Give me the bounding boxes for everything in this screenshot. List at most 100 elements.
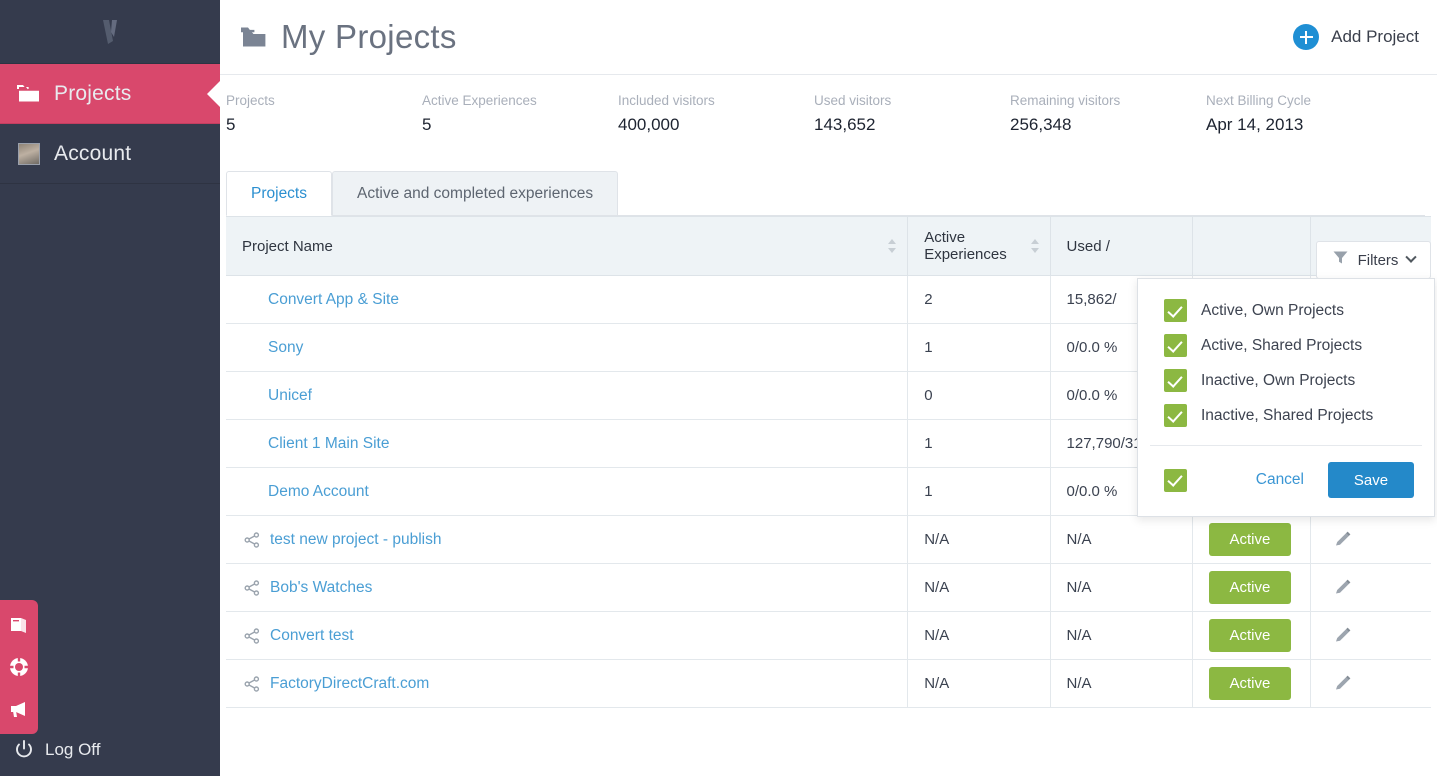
cancel-button[interactable]: Cancel (1256, 471, 1304, 489)
edit-icon[interactable] (1333, 674, 1352, 693)
project-name-label: Bob's Watches (270, 579, 372, 597)
sidebar-item-projects[interactable]: Projects (0, 64, 220, 124)
sidebar-item-label: Account (54, 142, 131, 166)
checkbox-select-all[interactable] (1164, 469, 1187, 492)
cell-project-name: FactoryDirectCraft.com (226, 660, 908, 708)
stat-value: 143,652 (814, 115, 1010, 135)
stat-value: 256,348 (1010, 115, 1206, 135)
column-header-active-experiences[interactable]: Active Experiences (908, 217, 1050, 276)
page-title-group: My Projects (238, 18, 457, 56)
cell-project-name: Convert test (226, 612, 908, 660)
project-name-link[interactable]: Unicef (244, 387, 891, 405)
project-name-link[interactable]: Convert test (244, 627, 891, 645)
tab-projects[interactable]: Projects (226, 171, 332, 216)
main-content: My Projects Add Project Projects 5 Activ… (220, 0, 1437, 776)
checkbox-checked-icon[interactable] (1164, 334, 1187, 357)
cell-active-experiences: N/A (908, 660, 1050, 708)
column-label: Project Name (242, 238, 333, 255)
cell-project-name: Unicef (226, 372, 908, 420)
status-badge[interactable]: Active (1209, 523, 1291, 556)
lifebuoy-icon[interactable] (0, 646, 38, 688)
cell-project-name: Bob's Watches (226, 564, 908, 612)
column-header-used[interactable]: Used / (1050, 217, 1192, 276)
filter-option-label: Inactive, Shared Projects (1201, 407, 1373, 425)
stat-label: Used visitors (814, 93, 1010, 108)
cell-active-experiences: N/A (908, 612, 1050, 660)
project-name-link[interactable]: Convert App & Site (244, 291, 891, 309)
edit-icon[interactable] (1333, 530, 1352, 549)
book-icon[interactable] (0, 604, 38, 646)
row-actions (1327, 674, 1415, 693)
project-name-link[interactable]: Sony (244, 339, 891, 357)
stat-label: Active Experiences (422, 93, 618, 108)
filter-option-inactive-shared[interactable]: Inactive, Shared Projects (1138, 398, 1434, 433)
sort-icon[interactable] (888, 239, 897, 253)
filter-option-inactive-own[interactable]: Inactive, Own Projects (1138, 363, 1434, 398)
app-root: Projects Account (0, 0, 1437, 776)
cell-status: Active (1192, 612, 1310, 660)
table-header-row: Project Name Active Experiences Used / (226, 217, 1431, 276)
folder-icon (16, 81, 42, 107)
table-head: Project Name Active Experiences Used / (226, 217, 1431, 276)
cell-project-name: Demo Account (226, 468, 908, 516)
logo-area (0, 0, 220, 64)
chevron-down-icon (1406, 252, 1417, 263)
share-icon (244, 580, 260, 596)
filter-option-label: Active, Own Projects (1201, 302, 1344, 320)
tab-label: Active and completed experiences (357, 185, 593, 203)
cell-active-experiences: N/A (908, 516, 1050, 564)
logoff-button[interactable]: Log Off (0, 724, 220, 776)
cell-active-experiences: 1 (908, 324, 1050, 372)
checkbox-checked-icon[interactable] (1164, 404, 1187, 427)
cell-project-name: Convert App & Site (226, 276, 908, 324)
stat-value: 400,000 (618, 115, 814, 135)
checkbox-checked-icon[interactable] (1164, 299, 1187, 322)
cell-used: N/A (1050, 564, 1192, 612)
status-badge[interactable]: Active (1209, 667, 1291, 700)
filter-option-label: Active, Shared Projects (1201, 337, 1362, 355)
column-header-status (1192, 217, 1310, 276)
sort-icon[interactable] (1031, 239, 1040, 253)
stat-remaining-visitors: Remaining visitors 256,348 (1010, 93, 1206, 135)
page-title: My Projects (281, 18, 457, 56)
table-row: Convert testN/AN/AActive (226, 612, 1431, 660)
page-header: My Projects Add Project (220, 0, 1437, 75)
stat-label: Projects (226, 93, 422, 108)
edit-icon[interactable] (1333, 578, 1352, 597)
filter-option-active-own[interactable]: Active, Own Projects (1138, 293, 1434, 328)
project-name-link[interactable]: Bob's Watches (244, 579, 891, 597)
save-button[interactable]: Save (1328, 462, 1414, 498)
cell-active-experiences: 2 (908, 276, 1050, 324)
cell-actions (1311, 660, 1431, 708)
project-name-link[interactable]: FactoryDirectCraft.com (244, 675, 891, 693)
checkbox-checked-icon[interactable] (1164, 369, 1187, 392)
cell-status: Active (1192, 660, 1310, 708)
column-label: Active Experiences (924, 229, 1007, 263)
project-name-link[interactable]: test new project - publish (244, 531, 891, 549)
cell-active-experiences: 1 (908, 420, 1050, 468)
cell-active-experiences: 0 (908, 372, 1050, 420)
logoff-label: Log Off (45, 740, 100, 760)
stat-value: 5 (226, 115, 422, 135)
sidebar-item-account[interactable]: Account (0, 124, 220, 184)
status-badge[interactable]: Active (1209, 571, 1291, 604)
add-project-button[interactable]: Add Project (1293, 24, 1419, 50)
cell-project-name: test new project - publish (226, 516, 908, 564)
project-name-link[interactable]: Demo Account (244, 483, 891, 501)
share-icon (244, 532, 260, 548)
filters-label: Filters (1358, 252, 1399, 269)
status-badge[interactable]: Active (1209, 619, 1291, 652)
column-header-project-name[interactable]: Project Name (226, 217, 908, 276)
tab-label: Projects (251, 185, 307, 203)
avatar-icon (16, 141, 42, 167)
table-row: FactoryDirectCraft.comN/AN/AActive (226, 660, 1431, 708)
tab-active-completed-experiences[interactable]: Active and completed experiences (332, 171, 618, 216)
stats-strip: Projects 5 Active Experiences 5 Included… (226, 75, 1437, 153)
cell-status: Active (1192, 516, 1310, 564)
project-name-link[interactable]: Client 1 Main Site (244, 435, 891, 453)
filter-option-active-shared[interactable]: Active, Shared Projects (1138, 328, 1434, 363)
filters-button[interactable]: Filters (1316, 241, 1431, 279)
active-notch (207, 81, 220, 107)
cell-active-experiences: N/A (908, 564, 1050, 612)
edit-icon[interactable] (1333, 626, 1352, 645)
